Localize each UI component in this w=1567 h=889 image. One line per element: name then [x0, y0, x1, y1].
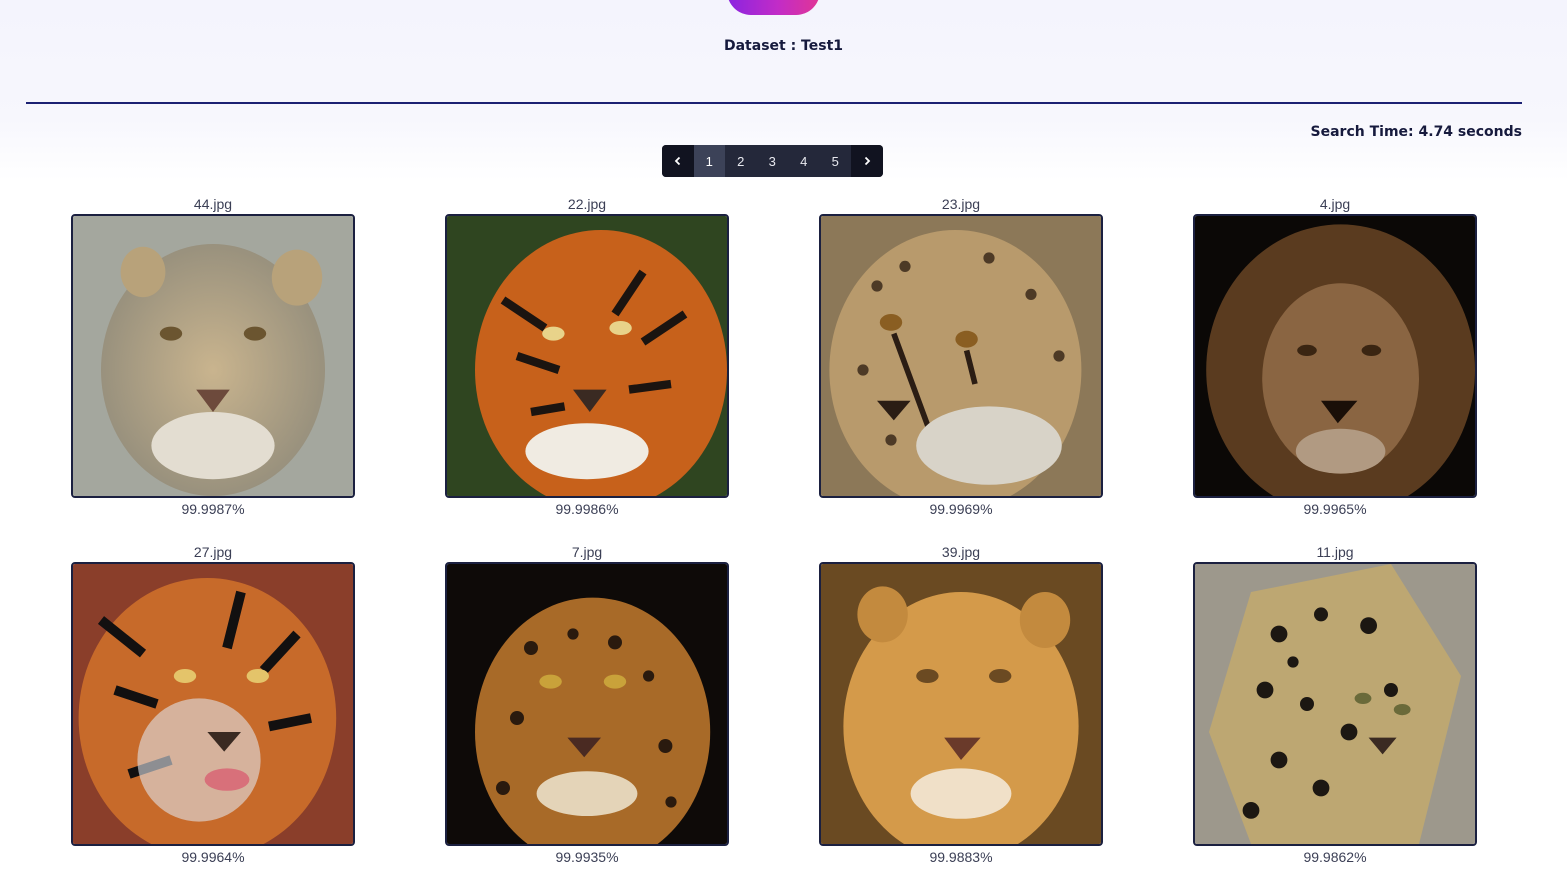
result-card: 44.jpg 99.9987%	[71, 194, 355, 520]
result-card: 27.jpg 99.9964%	[71, 542, 355, 868]
result-score: 99.9986%	[555, 501, 619, 517]
result-image-lioness[interactable]	[71, 214, 355, 498]
result-image-leopard[interactable]	[445, 562, 729, 846]
result-card: 7.jpg 99.9935%	[445, 542, 729, 868]
result-filename: 4.jpg	[1319, 196, 1351, 212]
result-score: 99.9965%	[1303, 501, 1367, 517]
results-grid: 44.jpg 99.9987% 22.jpg 99.9986% 23.jpg 9…	[0, 0, 1567, 889]
result-filename: 27.jpg	[193, 544, 233, 560]
result-card: 23.jpg 99.9969%	[819, 194, 1103, 520]
result-filename: 23.jpg	[941, 196, 981, 212]
result-score: 99.9862%	[1303, 849, 1367, 865]
result-filename: 44.jpg	[193, 196, 233, 212]
result-score: 99.9883%	[929, 849, 993, 865]
result-card: 39.jpg 99.9883%	[819, 542, 1103, 868]
result-filename: 22.jpg	[567, 196, 607, 212]
result-score: 99.9969%	[929, 501, 993, 517]
result-image-tiger[interactable]	[71, 562, 355, 846]
result-score: 99.9935%	[555, 849, 619, 865]
result-card: 22.jpg 99.9986%	[445, 194, 729, 520]
result-filename: 7.jpg	[571, 544, 603, 560]
result-image-jaguar[interactable]	[1193, 562, 1477, 846]
result-image-tiger[interactable]	[445, 214, 729, 498]
result-filename: 39.jpg	[941, 544, 981, 560]
result-image-lion[interactable]	[1193, 214, 1477, 498]
result-card: 11.jpg 99.9862%	[1193, 542, 1477, 868]
result-image-cheetah[interactable]	[819, 214, 1103, 498]
result-score: 99.9964%	[181, 849, 245, 865]
result-card: 4.jpg 99.9965%	[1193, 194, 1477, 520]
result-score: 99.9987%	[181, 501, 245, 517]
result-image-lioness[interactable]	[819, 562, 1103, 846]
result-filename: 11.jpg	[1316, 544, 1354, 560]
